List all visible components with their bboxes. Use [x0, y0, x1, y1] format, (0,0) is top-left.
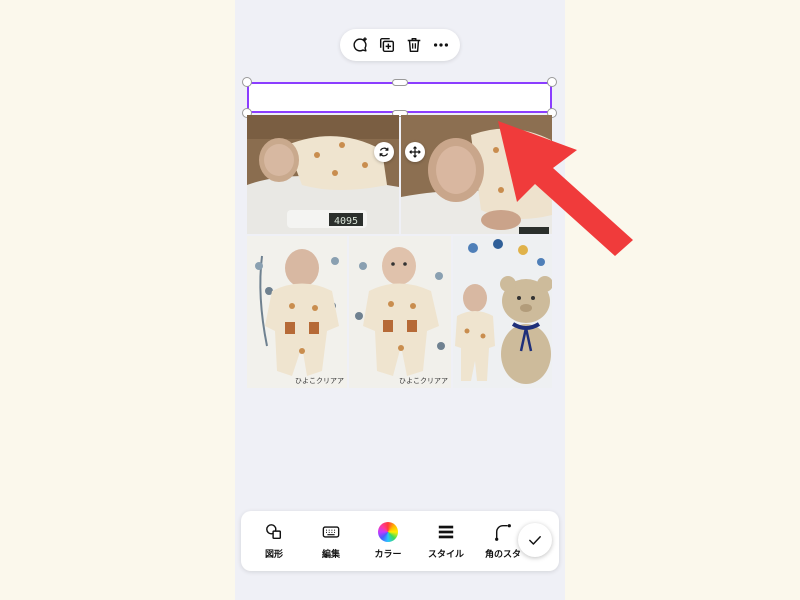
duplicate-icon[interactable]: [375, 33, 399, 57]
tool-corner-label: 角のスタ: [484, 550, 521, 560]
corner-icon: [493, 522, 513, 542]
photo-baby-on-scale[interactable]: 4095: [247, 115, 399, 234]
resize-handle-top-left[interactable]: [242, 77, 252, 87]
comment-add-icon[interactable]: [348, 33, 372, 57]
context-menu: [340, 29, 460, 61]
photo-stamp-left: ひよこクリアア: [295, 377, 344, 385]
tool-style-label: スタイル: [427, 550, 464, 560]
photo-baby-standing-1[interactable]: ひよこクリアア: [247, 236, 347, 388]
tool-color[interactable]: カラー: [360, 511, 416, 571]
tool-shape[interactable]: 図形: [246, 511, 302, 571]
shape-icon: [264, 522, 284, 542]
photo-stamp-right: ひよこクリアア: [399, 377, 448, 385]
move-icon[interactable]: [405, 142, 425, 162]
tool-edit[interactable]: 編集: [303, 511, 359, 571]
resize-handle-top-right[interactable]: [547, 77, 557, 87]
tool-edit-label: 編集: [321, 550, 340, 560]
annotation-arrow: [498, 121, 633, 256]
scale-display: 4095: [334, 216, 358, 227]
tool-color-label: カラー: [374, 550, 402, 560]
confirm-button[interactable]: [518, 523, 552, 557]
more-icon[interactable]: [429, 33, 453, 57]
tool-shape-label: 図形: [264, 550, 283, 560]
style-icon: [436, 522, 456, 542]
selected-shape[interactable]: [247, 82, 552, 113]
color-wheel-icon: [378, 522, 398, 542]
checkmark-icon: [529, 536, 541, 545]
photo-baby-standing-2[interactable]: ひよこクリアア: [349, 236, 451, 388]
bottom-toolbar: 図形 編集 カラー スタイル 角のスタ: [241, 511, 559, 571]
replace-photo-icon[interactable]: [374, 142, 394, 162]
photo-baby-with-bear[interactable]: [453, 236, 552, 388]
resize-handle-top[interactable]: [392, 79, 408, 86]
keyboard-icon: [321, 522, 341, 542]
tool-style[interactable]: スタイル: [418, 511, 474, 571]
trash-icon[interactable]: [402, 33, 426, 57]
